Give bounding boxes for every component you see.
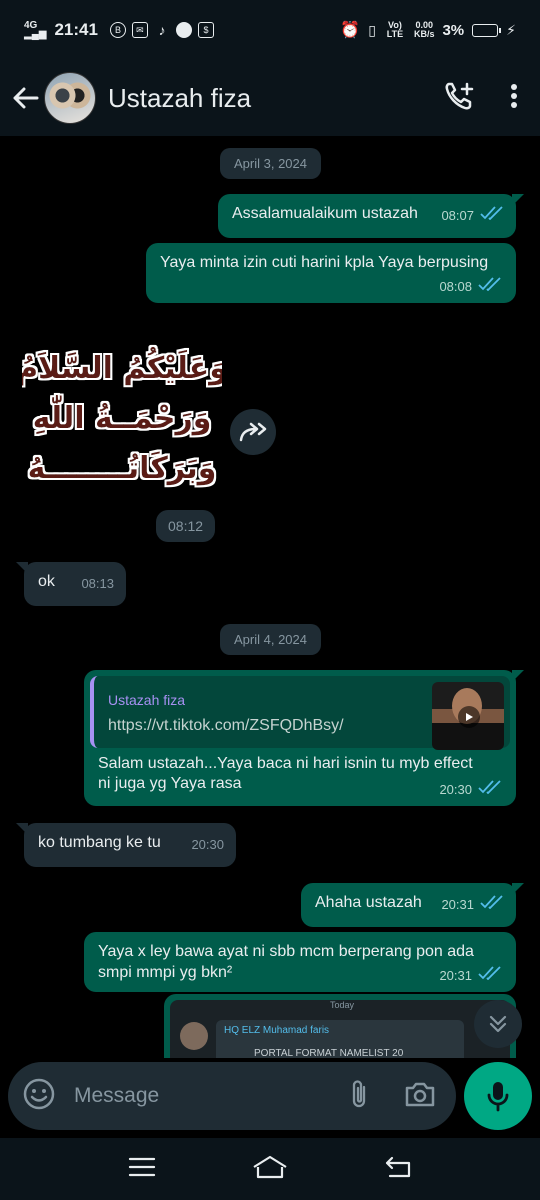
message-time: 08:07 bbox=[441, 208, 474, 223]
add-call-icon[interactable] bbox=[444, 81, 476, 116]
shop-icon: $ bbox=[197, 22, 214, 38]
home-icon[interactable] bbox=[252, 1155, 288, 1184]
image-preview-text: PORTAL FORMAT NAMELIST 20 bbox=[254, 1048, 404, 1058]
b-icon: B bbox=[109, 22, 126, 38]
attach-icon[interactable] bbox=[348, 1077, 370, 1116]
network-speed-unit: KB/s bbox=[413, 29, 435, 39]
mail-icon: ✉ bbox=[131, 22, 148, 38]
message-outgoing-image[interactable]: Today HQ ELZ Muhamad faris PORTAL FORMAT… bbox=[164, 994, 516, 1058]
message-outgoing[interactable]: Ahaha ustazah 20:31 bbox=[301, 883, 524, 927]
battery-percent: 3% bbox=[442, 21, 465, 39]
message-time: 20:30 bbox=[191, 837, 224, 852]
message-time: 20:31 bbox=[439, 968, 472, 983]
chat-area[interactable]: April 3, 2024 Assalamualaikum ustazah 08… bbox=[0, 138, 540, 1058]
back-icon[interactable] bbox=[384, 1156, 412, 1183]
image-preview-day: Today bbox=[330, 1000, 355, 1010]
message-outgoing-reply[interactable]: Ustazah fiza https://vt.tiktok.com/ZSFQD… bbox=[84, 670, 524, 806]
quoted-message[interactable]: Ustazah fiza https://vt.tiktok.com/ZSFQD… bbox=[90, 676, 510, 750]
clock: 21:41 bbox=[54, 20, 98, 39]
avatar bbox=[180, 1022, 208, 1050]
image-preview[interactable]: Today HQ ELZ Muhamad faris PORTAL FORMAT… bbox=[170, 1000, 510, 1058]
message-outgoing[interactable]: Yaya minta izin cuti harini kpla Yaya be… bbox=[146, 243, 516, 303]
sticker-line-1: وَعَلَيْكُمُ السَّلاَمُ bbox=[22, 346, 222, 386]
mic-button[interactable] bbox=[464, 1062, 532, 1130]
contact-name[interactable]: Ustazah fiza bbox=[108, 83, 251, 114]
vibrate-icon: ▯ bbox=[368, 21, 376, 38]
video-thumbnail bbox=[432, 682, 504, 750]
message-incoming[interactable]: ko tumbang ke tu 20:30 bbox=[16, 823, 236, 867]
image-preview-name: HQ ELZ Muhamad faris bbox=[224, 1025, 330, 1036]
message-text: Yaya x ley bawa ayat ni sbb mcm berperan… bbox=[98, 943, 474, 981]
message-text: Ahaha ustazah bbox=[315, 894, 422, 911]
message-time: 20:31 bbox=[441, 897, 474, 912]
camera-icon[interactable] bbox=[404, 1080, 436, 1113]
quoted-author: Ustazah fiza bbox=[108, 692, 186, 708]
sticker-time: 08:12 bbox=[156, 510, 216, 542]
message-input[interactable]: Message bbox=[74, 1084, 348, 1108]
message-text: ok bbox=[38, 573, 55, 590]
sticker-line-2: وَرَحْمَــةُ اللّٰهِ bbox=[33, 394, 212, 436]
status-bar: 4G ▂▄▆ 21:41 B ✉ ♪ $ ⏰ ▯ Vo) LTE 0.00 KB… bbox=[0, 0, 540, 60]
date-separator: April 3, 2024 bbox=[220, 148, 321, 179]
message-text: Yaya minta izin cuti harini kpla Yaya be… bbox=[160, 254, 489, 271]
read-receipt-icon bbox=[478, 779, 502, 800]
charging-icon: ⚡ bbox=[506, 21, 516, 38]
sticker-salam[interactable]: وَعَلَيْكُمُ السَّلاَمُ وَرَحْمَــةُ الل… bbox=[16, 338, 228, 488]
read-receipt-icon bbox=[480, 894, 504, 915]
message-outgoing[interactable]: Assalamualaikum ustazah 08:07 bbox=[218, 194, 524, 238]
network-speed: 0.00 KB/s bbox=[414, 21, 435, 39]
read-receipt-icon bbox=[480, 205, 504, 226]
chat-icon bbox=[175, 22, 192, 38]
signal-icon: ▂▄▆ bbox=[24, 29, 47, 40]
avatar[interactable] bbox=[44, 72, 96, 124]
forward-button[interactable] bbox=[230, 409, 276, 455]
message-time: 08:08 bbox=[439, 279, 472, 294]
message-text: ko tumbang ke tu bbox=[38, 834, 161, 851]
more-options-icon[interactable] bbox=[510, 83, 518, 114]
play-icon bbox=[458, 706, 480, 728]
network-indicator: 4G ▂▄▆ bbox=[24, 21, 47, 40]
back-arrow-icon[interactable] bbox=[12, 84, 40, 112]
message-time: 08:13 bbox=[81, 576, 114, 591]
menu-icon[interactable] bbox=[128, 1156, 156, 1183]
emoji-icon[interactable] bbox=[22, 1077, 56, 1116]
message-input-bar[interactable]: Message bbox=[8, 1062, 456, 1130]
chat-header: Ustazah fiza bbox=[0, 60, 540, 136]
read-receipt-icon bbox=[478, 965, 502, 986]
alarm-icon: ⏰ bbox=[340, 22, 361, 39]
system-nav-bar bbox=[0, 1138, 540, 1200]
scroll-down-button[interactable] bbox=[474, 1000, 522, 1048]
message-incoming[interactable]: ok 08:13 bbox=[16, 562, 126, 606]
message-time: 20:30 bbox=[439, 782, 472, 797]
read-receipt-icon bbox=[478, 276, 502, 297]
sticker-line-3: وَبَرَكَاتُــــــــهُ bbox=[28, 451, 217, 486]
mic-icon bbox=[487, 1082, 509, 1112]
message-outgoing[interactable]: Yaya x ley bawa ayat ni sbb mcm berperan… bbox=[84, 932, 516, 992]
volte-indicator: Vo) LTE bbox=[386, 20, 404, 39]
battery-icon bbox=[472, 23, 502, 37]
tiktok-icon: ♪ bbox=[158, 22, 166, 38]
quoted-link: https://vt.tiktok.com/ZSFQDhBsy/ bbox=[108, 717, 344, 734]
date-separator: April 4, 2024 bbox=[220, 624, 321, 655]
message-text: Salam ustazah...Yaya baca ni hari isnin … bbox=[98, 755, 473, 792]
message-text: Assalamualaikum ustazah bbox=[232, 205, 418, 222]
